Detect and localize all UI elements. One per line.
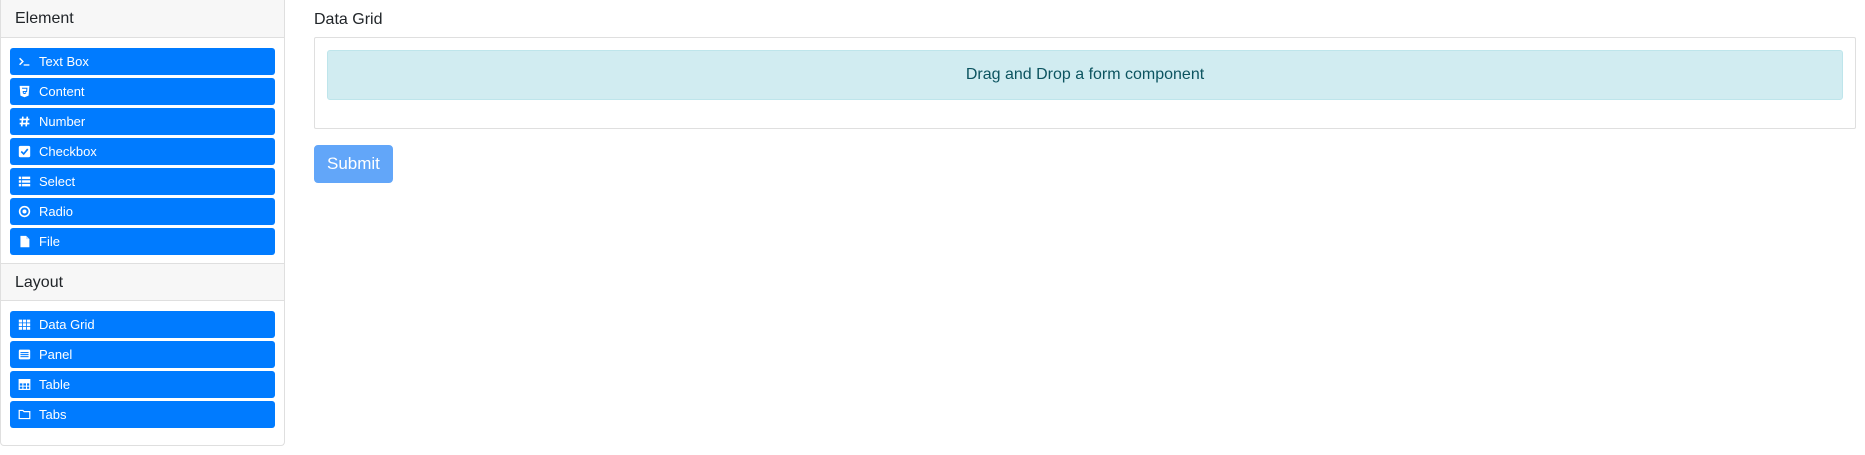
component-label: Select bbox=[39, 174, 76, 189]
component-file[interactable]: File bbox=[10, 228, 275, 255]
component-panel[interactable]: Panel bbox=[10, 341, 275, 368]
html5-icon bbox=[18, 85, 31, 98]
component-label: File bbox=[39, 234, 60, 249]
hashtag-icon bbox=[18, 115, 31, 128]
component-data-grid[interactable]: Data Grid bbox=[10, 311, 275, 338]
component-label: Radio bbox=[39, 204, 73, 219]
component-table[interactable]: Table bbox=[10, 371, 275, 398]
layout-group-header[interactable]: Layout bbox=[1, 263, 284, 301]
data-grid-label: Data Grid bbox=[314, 11, 383, 28]
submit-button[interactable]: Submit bbox=[314, 145, 393, 183]
element-group-list: Text Box Content Number Checkbox Select bbox=[1, 38, 284, 263]
check-square-icon bbox=[18, 145, 31, 158]
component-number[interactable]: Number bbox=[10, 108, 275, 135]
dot-circle-icon bbox=[18, 205, 31, 218]
component-label: Tabs bbox=[39, 407, 67, 422]
element-group-header[interactable]: Element bbox=[1, 0, 284, 38]
form-builder-canvas: Data Grid Drag and Drop a form component… bbox=[314, 0, 1856, 183]
component-tabs[interactable]: Tabs bbox=[10, 401, 275, 428]
component-sidebar: Element Text Box Content Number Checkbox bbox=[0, 0, 285, 446]
data-grid-container: Drag and Drop a form component bbox=[314, 37, 1856, 129]
component-checkbox[interactable]: Checkbox bbox=[10, 138, 275, 165]
component-text-box[interactable]: Text Box bbox=[10, 48, 275, 75]
table-icon bbox=[18, 378, 31, 391]
component-label: Panel bbox=[39, 347, 73, 362]
folder-open-icon bbox=[18, 408, 31, 421]
list-alt-icon bbox=[18, 348, 31, 361]
component-label: Data Grid bbox=[39, 317, 95, 332]
component-label: Number bbox=[39, 114, 86, 129]
component-content[interactable]: Content bbox=[10, 78, 275, 105]
component-label: Text Box bbox=[39, 54, 89, 69]
layout-group-list: Data Grid Panel Table Tabs bbox=[1, 301, 284, 436]
component-label: Table bbox=[39, 377, 71, 392]
component-label: Content bbox=[39, 84, 85, 99]
list-icon bbox=[18, 175, 31, 188]
component-select[interactable]: Select bbox=[10, 168, 275, 195]
component-label: Checkbox bbox=[39, 144, 97, 159]
file-icon bbox=[18, 235, 31, 248]
drop-zone[interactable]: Drag and Drop a form component bbox=[327, 50, 1843, 100]
terminal-icon bbox=[18, 55, 31, 68]
th-icon bbox=[18, 318, 31, 331]
component-radio[interactable]: Radio bbox=[10, 198, 275, 225]
